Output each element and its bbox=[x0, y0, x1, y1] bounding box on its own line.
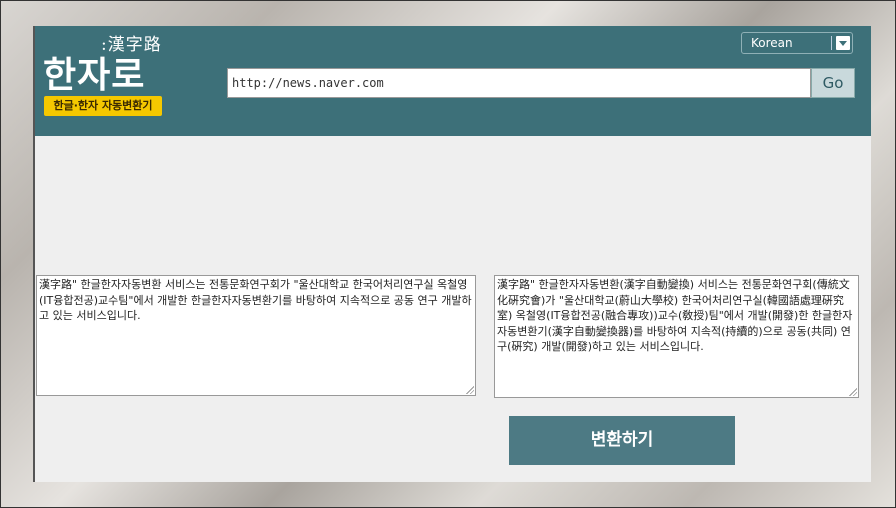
logo[interactable]: 한자로 bbox=[43, 46, 145, 98]
resize-handle-icon[interactable] bbox=[466, 386, 474, 394]
output-textarea[interactable]: 漢字路" 한글한자자동변환(漢字自動變換) 서비스는 전통문화연구회(傳統文化硏… bbox=[494, 275, 859, 398]
url-input[interactable] bbox=[227, 68, 811, 98]
go-button[interactable]: Go bbox=[811, 68, 855, 98]
header-bar: :漢字路 한자로 한글·한자 자동변환기 Korean Go bbox=[35, 26, 871, 136]
select-divider bbox=[831, 36, 832, 50]
language-select[interactable]: Korean bbox=[741, 32, 853, 54]
logo-badge: 한글·한자 자동변환기 bbox=[44, 96, 162, 116]
input-textarea[interactable]: 漢字路" 한글한자자동변환 서비스는 전통문화연구회가 "울산대학교 한국어처리… bbox=[36, 275, 476, 396]
language-select-value: Korean bbox=[751, 36, 793, 50]
chevron-down-icon[interactable] bbox=[836, 36, 850, 50]
convert-button[interactable]: 변환하기 bbox=[509, 416, 735, 465]
resize-handle-icon[interactable] bbox=[849, 388, 857, 396]
app-window: :漢字路 한자로 한글·한자 자동변환기 Korean Go 漢字路" 한글한자… bbox=[33, 26, 871, 482]
